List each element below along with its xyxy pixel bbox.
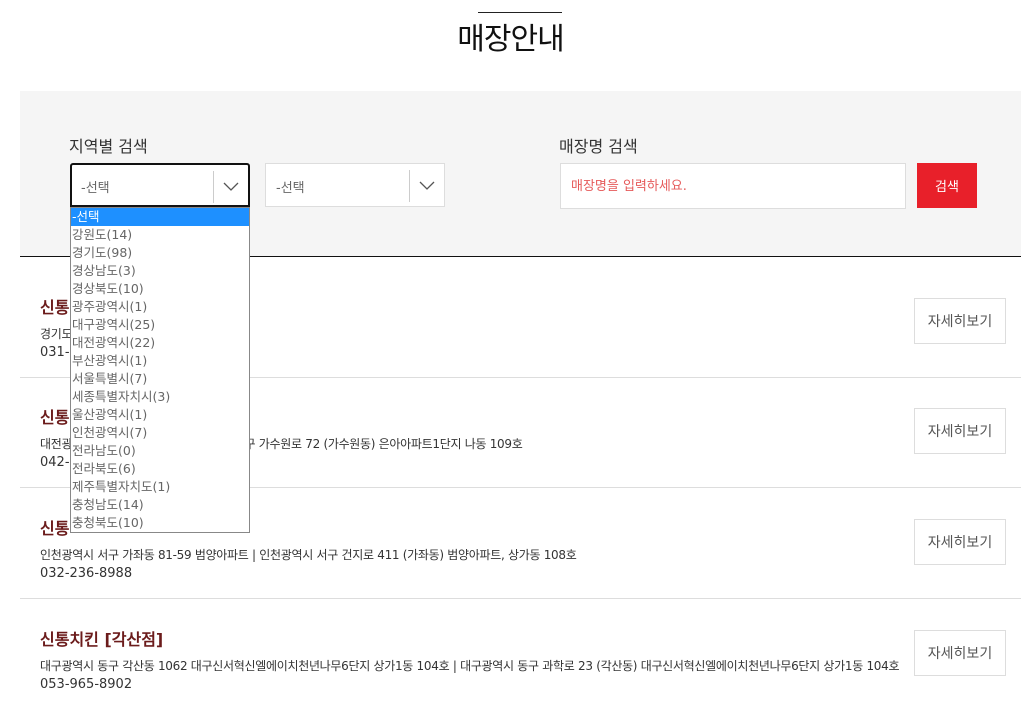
region-select-value: -선택: [81, 181, 110, 196]
region-dropdown-list: -선택 강원도(14) 경기도(98) 경상남도(3) 경상북도(10) 광주광…: [70, 207, 250, 533]
detail-button[interactable]: 자세히보기: [914, 630, 1006, 676]
page-header: 매장안내: [0, 0, 1021, 70]
region-option[interactable]: 강원도(14): [71, 226, 249, 244]
store-address: 대구광역시 동구 각산동 1062 대구신서혁신엘에이치천년나무6단지 상가1동…: [40, 659, 900, 673]
region-search-label: 지역별 검색: [69, 137, 148, 156]
region-option[interactable]: 광주광역시(1): [71, 298, 249, 316]
region-select[interactable]: -선택: [70, 163, 250, 207]
region-option[interactable]: 전라남도(0): [71, 442, 249, 460]
search-button[interactable]: 검색: [917, 163, 977, 208]
store-name: 신통: [40, 519, 70, 538]
region-option[interactable]: 세종특별자치시(3): [71, 388, 249, 406]
store-address: 인천광역시 서구 가좌동 81-59 범양아파트 | 인천광역시 서구 건지로 …: [40, 548, 577, 562]
region-option[interactable]: 대전광역시(22): [71, 334, 249, 352]
store-name: 신통치킨 [각산점]: [40, 630, 164, 649]
region-option[interactable]: 충청북도(10): [71, 514, 249, 532]
store-phone: 031-: [40, 345, 70, 360]
page-title: 매장안내: [457, 22, 564, 57]
detail-button[interactable]: 자세히보기: [914, 408, 1006, 454]
region-option[interactable]: 대구광역시(25): [71, 316, 249, 334]
region-option[interactable]: 제주특별자치도(1): [71, 478, 249, 496]
detail-button[interactable]: 자세히보기: [914, 298, 1006, 344]
chevron-down-icon: [419, 181, 435, 190]
title-decoration-line: [478, 12, 562, 13]
store-name: 신통: [40, 298, 70, 317]
store-phone: 053-965-8902: [40, 677, 133, 692]
region-option[interactable]: 경상북도(10): [71, 280, 249, 298]
chevron-down-icon: [223, 182, 239, 191]
store-search-label: 매장명 검색: [559, 137, 638, 156]
region-option[interactable]: 전라북도(6): [71, 460, 249, 478]
region-option[interactable]: -선택: [71, 208, 249, 226]
store-name: 신통: [40, 408, 70, 427]
select-divider: [213, 171, 214, 203]
select-divider: [409, 170, 410, 202]
region-option[interactable]: 울산광역시(1): [71, 406, 249, 424]
district-select-value: -선택: [276, 181, 305, 196]
detail-button[interactable]: 자세히보기: [914, 519, 1006, 565]
region-option[interactable]: 서울특별시(7): [71, 370, 249, 388]
store-item: 신통치킨 [각산점] 대구광역시 동구 각산동 1062 대구신서혁신엘에이치천…: [20, 600, 1021, 710]
region-option[interactable]: 경기도(98): [71, 244, 249, 262]
region-option[interactable]: 부산광역시(1): [71, 352, 249, 370]
region-option[interactable]: 충청남도(14): [71, 496, 249, 514]
district-select[interactable]: -선택: [265, 163, 445, 207]
store-phone: 032-236-8988: [40, 566, 133, 581]
region-option[interactable]: 인천광역시(7): [71, 424, 249, 442]
region-option[interactable]: 경상남도(3): [71, 262, 249, 280]
store-name-input[interactable]: [560, 163, 906, 209]
store-phone: 042-: [40, 455, 70, 470]
